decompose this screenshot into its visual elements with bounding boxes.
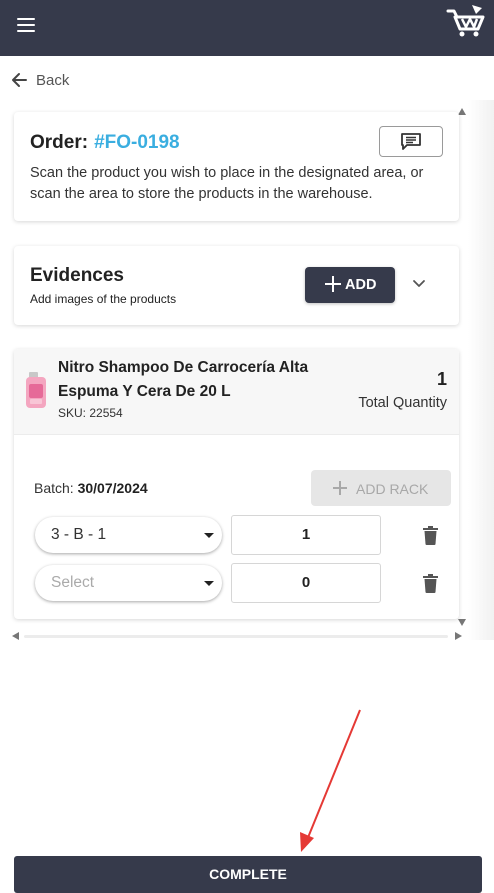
complete-button[interactable]: COMPLETE <box>14 856 482 893</box>
evidences-title: Evidences <box>30 265 124 286</box>
order-instructions: Scan the product you wish to place in th… <box>30 165 424 202</box>
product-card: Nitro Shampoo De Carrocería Alta Espuma … <box>14 349 459 619</box>
dropdown-caret-icon <box>204 533 214 538</box>
cart-logo-icon[interactable] <box>446 2 488 38</box>
rack-location-select[interactable]: Select <box>35 565 222 601</box>
trash-icon[interactable] <box>423 526 438 545</box>
order-title: Order: #FO-0198 <box>30 132 180 154</box>
product-sku: SKU: 22554 <box>58 406 123 420</box>
comment-button[interactable] <box>379 126 443 157</box>
back-link[interactable]: Back <box>10 68 69 92</box>
rack-location-placeholder: Select <box>51 574 95 591</box>
plus-icon <box>325 276 341 292</box>
back-label: Back <box>36 71 70 89</box>
dropdown-caret-icon <box>204 581 214 586</box>
scroll-right-arrow-icon[interactable] <box>455 632 462 640</box>
horizontal-scrollbar[interactable] <box>24 635 448 638</box>
top-app-bar <box>0 0 494 56</box>
hamburger-menu-icon[interactable] <box>16 14 38 36</box>
rack-location-value: 3 - B - 1 <box>51 526 107 543</box>
add-rack-button[interactable]: ADD RACK <box>311 470 451 506</box>
batch-info: Batch: 30/07/2024 <box>34 480 148 496</box>
arrow-left-icon <box>12 73 27 87</box>
rack-location-select[interactable]: 3 - B - 1 <box>35 517 222 553</box>
plus-icon <box>333 481 347 495</box>
scroll-left-arrow-icon[interactable] <box>12 632 19 640</box>
add-rack-label: ADD RACK <box>356 481 429 497</box>
scroll-up-arrow-icon[interactable] <box>458 108 466 115</box>
chevron-down-icon[interactable] <box>411 276 427 292</box>
rack-quantity-input[interactable]: 0 <box>231 563 381 603</box>
rack-quantity-input[interactable]: 1 <box>231 515 381 555</box>
comment-icon <box>401 133 421 150</box>
add-evidence-label: ADD <box>345 277 377 293</box>
product-header: Nitro Shampoo De Carrocería Alta Espuma … <box>14 349 459 435</box>
add-evidence-button[interactable]: ADD <box>305 267 395 303</box>
order-card: Order: #FO-0198 Scan the product you wish… <box>14 112 459 221</box>
batch-label: Batch: <box>34 480 74 496</box>
order-number: #FO-0198 <box>94 132 180 153</box>
evidences-card: Evidences Add images of the products ADD <box>14 246 459 325</box>
scroll-down-arrow-icon[interactable] <box>458 619 466 626</box>
total-quantity-label: Total Quantity <box>358 395 447 411</box>
product-thumbnail <box>26 372 46 408</box>
trash-icon[interactable] <box>423 574 438 593</box>
total-quantity-value: 1 <box>436 369 447 389</box>
order-label: Order: <box>30 132 89 153</box>
batch-value: 30/07/2024 <box>77 480 148 496</box>
evidences-subtitle: Add images of the products <box>30 292 177 306</box>
scroll-area-edge <box>468 100 494 640</box>
product-name: Nitro Shampoo De Carrocería Alta Espuma … <box>58 359 309 400</box>
